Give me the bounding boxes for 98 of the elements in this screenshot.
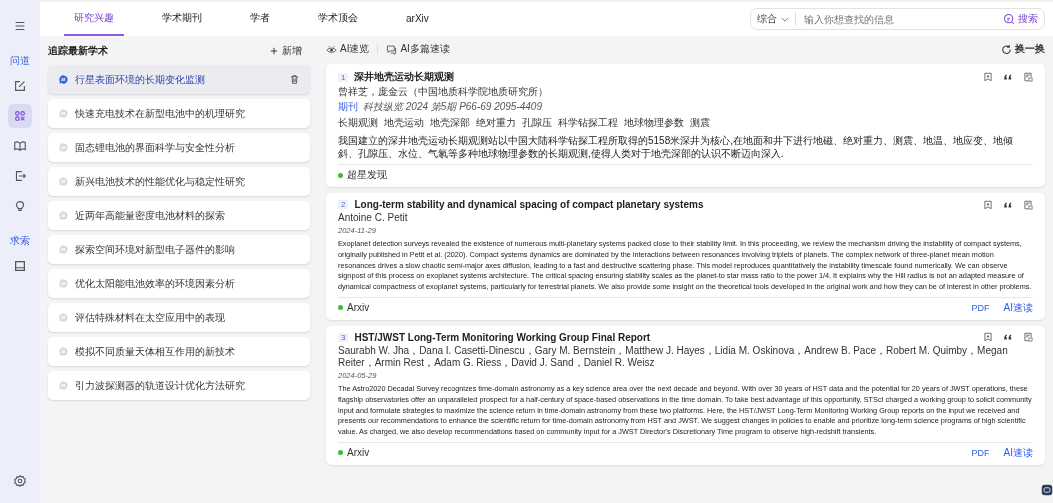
scope-dropdown[interactable]: 综合 [757,12,796,26]
journal-info: 科技纵览 2024 第5期 P66-69 2095-4409 [363,100,542,114]
chat-bubble-icon [58,312,69,323]
topic-label: 近两年高能量密度电池材料的探索 [75,208,225,223]
topic-label: 探索空间环境对新型电子器件的影响 [75,242,235,257]
search-icon [1003,13,1015,25]
paper-authors: 曾祥芝，庞金云（中国地质科学院地质研究所） [338,86,549,98]
topic-label: 快速充电技术在新型电池中的机理研究 [75,106,245,121]
add-button[interactable]: 新增 [270,44,302,58]
trash-icon[interactable] [289,74,300,85]
topic-item[interactable]: 引力波探测器的轨道设计优化方法研究 [48,371,310,400]
paper-link[interactable]: PDF [971,303,990,313]
bulb-icon[interactable] [13,199,27,213]
apps-icon[interactable] [13,109,27,123]
tab[interactable]: 研究兴趣 [64,2,124,36]
topic-item[interactable]: 行星表面环境的长期变化监测 [48,65,310,94]
chat-bubble-icon [58,380,69,391]
paper-title[interactable]: 深井地壳运动长期观测 [354,70,455,84]
topic-item[interactable]: 优化太阳能电池效率的环境因素分析 [48,269,310,298]
source-dot-icon [338,172,343,178]
plus-icon [270,47,278,55]
image-document-icon[interactable] [1023,332,1033,343]
bookmark-icon[interactable] [983,332,993,343]
topic-item[interactable]: 近两年高能量密度电池材料的探索 [48,201,310,230]
edit-icon[interactable] [13,79,27,93]
paper-authors: Saurabh W. Jha，Dana I. Casetti-Dinescu，Gary M. Bernstein，Matthew J. Hayes，Lidia M. Oskinova，Andrew B. Pace，Robert M. Quimby，Megan Reiter，Armin Rest，Adam G. Riess，David J. Sand，Daniel R. Weisz [338,345,1009,369]
paper-link[interactable]: AI速读 [1003,445,1033,460]
section-label: 问道 [10,54,30,68]
tab[interactable]: 学术期刊 [152,2,212,36]
chat-bubble-icon [58,278,69,289]
chat-bubble-icon [58,210,69,221]
source-dot-icon [338,450,343,456]
result-number: 2 [338,200,349,209]
topic-label: 评估特殊材料在太空应用中的表现 [75,310,225,325]
paper-abstract: 我国建立的深井地壳运动长期观测站以中国大陆科学钻探工程所取得的5158米深井为核心,在地面和井下进行地磁、绝对重力、测震、地温、地应变、地倾斜、孔隙压、水位、气氡等多种地球物理参数的长期观测,使得人类对于地壳深部的认识不断迈向深入. [338,134,1033,165]
chat-bubble-icon [58,74,69,85]
chat-bubble-icon [58,244,69,255]
tab[interactable]: 学者 [240,2,280,36]
search-field[interactable]: 综合 输入你想查找的信息 搜索 [750,8,1045,30]
section-label: 求索 [10,234,30,248]
source-label: Arxiv [347,302,370,314]
paper-link[interactable]: PDF [971,447,990,458]
keyword-tag[interactable]: 地壳运动 [384,116,424,130]
floating-assistant-icon[interactable] [1041,483,1053,497]
keyword-tag[interactable]: 地球物理参数 [624,116,684,130]
image-document-icon[interactable] [1023,199,1033,210]
eye-icon [326,43,337,55]
ai-overview-button[interactable]: AI速览 [326,42,370,56]
chevron-icon [781,16,789,22]
source-label: Arxiv [347,447,370,459]
topic-item[interactable]: 模拟不同质量天体相互作用的新技术 [48,337,310,366]
keyword-tag[interactable]: 测震 [690,116,710,130]
settings-icon[interactable] [13,474,27,488]
menu-icon[interactable] [13,19,27,33]
topic-item[interactable]: 新兴电池技术的性能优化与稳定性研究 [48,167,310,196]
keyword-tag[interactable]: 孔隙压 [522,116,552,130]
source-label: 超星发现 [347,168,387,182]
tab[interactable]: arXiv [396,2,439,36]
notebook-icon[interactable] [13,259,27,273]
topic-label: 新兴电池技术的性能优化与稳定性研究 [75,174,245,189]
book-icon[interactable] [13,139,27,153]
bookmark-icon[interactable] [983,72,993,82]
result-number: 1 [338,72,349,82]
topic-label: 模拟不同质量天体相互作用的新技术 [75,344,235,359]
image-document-icon[interactable] [1023,72,1033,82]
search-button[interactable]: 搜索 [1003,12,1038,26]
source-dot-icon [338,305,343,311]
topic-item[interactable]: 评估特殊材料在太空应用中的表现 [48,303,310,332]
topic-item[interactable]: 快速充电技术在新型电池中的机理研究 [48,99,310,128]
panel-title: 追踪最新学术 [48,44,108,58]
paper-link[interactable]: AI速读 [1003,301,1033,315]
topic-label: 固态锂电池的界面科学与安全性分析 [75,140,235,155]
topic-label: 引力波探测器的轨道设计优化方法研究 [75,378,245,393]
refresh-button[interactable]: 换一换 [1001,42,1045,56]
chat-bubble-icon [58,346,69,357]
journal-label: 期刊 [338,100,358,114]
chat-icon [386,43,398,55]
paper-title[interactable]: Long-term stability and dynamical spacing of compact planetary systems [354,199,704,210]
topic-label: 行星表面环境的长期变化监测 [75,72,205,87]
result-number: 3 [338,333,349,342]
keyword-tag[interactable]: 科学钻探工程 [558,116,618,130]
keyword-tag[interactable]: 地壳深部 [430,116,470,130]
multi-read-button[interactable]: AI多篇速读 [386,42,450,56]
paper-title[interactable]: HST/JWST Long-Term Monitoring Working Group Final Report [354,332,651,343]
topic-item[interactable]: 固态锂电池的界面科学与安全性分析 [48,133,310,162]
refresh-icon [1001,43,1012,55]
quote-icon[interactable] [1003,332,1013,343]
quote-icon[interactable] [1003,72,1013,82]
chat-bubble-icon [58,108,69,119]
keyword-tag[interactable]: 长期观测 [338,116,378,130]
paper-authors: Antoine C. Petit [338,212,409,224]
chat-bubble-icon [58,176,69,187]
chat-bubble-icon [58,142,69,153]
keyword-tag[interactable]: 绝对重力 [476,116,516,130]
topic-item[interactable]: 探索空间环境对新型电子器件的影响 [48,235,310,264]
topic-label: 优化太阳能电池效率的环境因素分析 [75,276,235,291]
tab[interactable]: 学术顶会 [308,2,368,36]
bookmark-icon[interactable] [983,199,993,210]
